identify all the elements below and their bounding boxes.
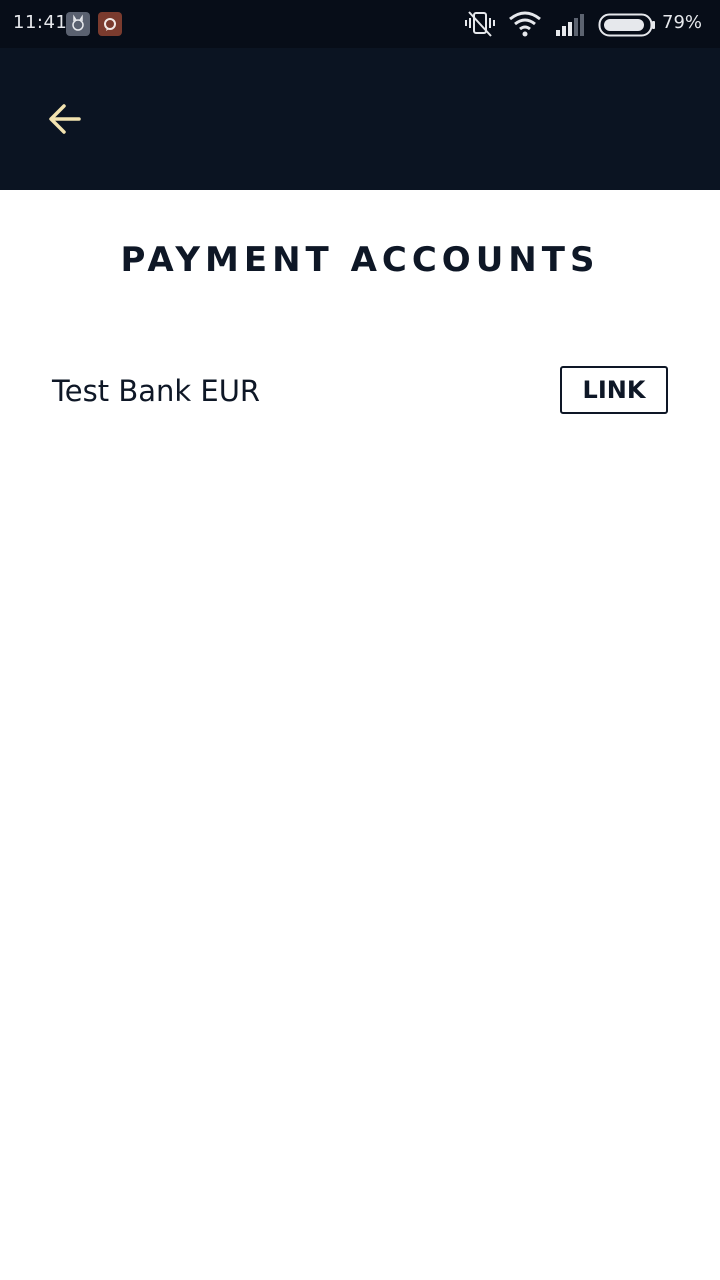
cat-notification-icon xyxy=(66,12,90,36)
page-title: PAYMENT ACCOUNTS xyxy=(120,240,600,280)
arrow-left-icon xyxy=(49,104,81,134)
account-name: Test Bank EUR xyxy=(52,374,261,408)
app-bar xyxy=(0,48,720,190)
account-row: Test Bank EUR LINK xyxy=(52,366,668,418)
battery-percent: 79% xyxy=(662,12,703,33)
status-bar: 11:41 79% xyxy=(0,0,720,48)
back-button[interactable] xyxy=(36,90,94,148)
status-time: 11:41 xyxy=(13,12,68,33)
link-button[interactable]: LINK xyxy=(560,366,668,414)
chat-notification-icon xyxy=(98,12,122,36)
